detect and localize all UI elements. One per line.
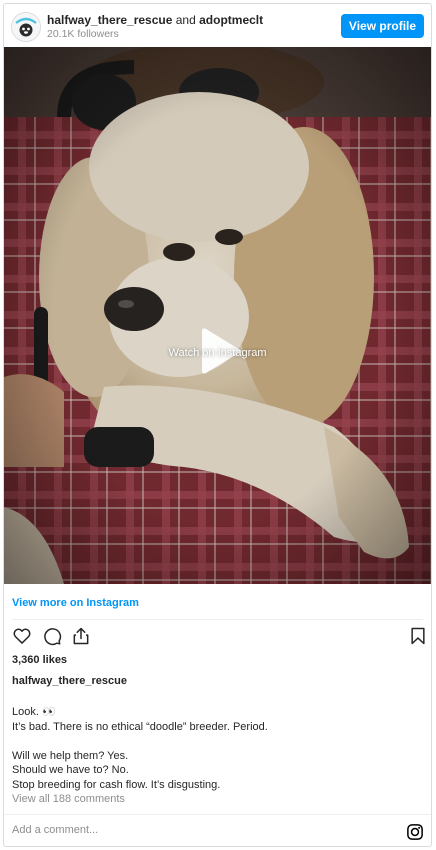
- caption-line: Will we help them? Yes.: [12, 749, 129, 762]
- username-link[interactable]: halfway_there_rescue: [47, 13, 172, 27]
- post-header: halfway_there_rescue and adoptmeclt 20.1…: [4, 4, 431, 48]
- caption-line: Should we have to? No.: [12, 764, 129, 776]
- action-bar: [12, 626, 425, 648]
- watch-on-instagram-label[interactable]: Watch on Instagram: [4, 347, 431, 359]
- and-text: and: [175, 13, 196, 27]
- share-icon[interactable]: [71, 626, 91, 646]
- view-profile-button[interactable]: View profile: [341, 14, 424, 38]
- likes-count[interactable]: 3,360 likes: [12, 654, 67, 666]
- caption-line: It’s bad. There is no ethical “doodle” b…: [12, 720, 268, 733]
- bookmark-icon[interactable]: [408, 626, 428, 646]
- heart-icon[interactable]: [12, 626, 32, 646]
- comment-icon[interactable]: [42, 626, 62, 646]
- comment-input[interactable]: [12, 824, 392, 836]
- view-more-link[interactable]: View more on Instagram: [12, 597, 139, 609]
- caption-line: [12, 734, 268, 749]
- collaborator-link[interactable]: adoptmeclt: [199, 13, 263, 27]
- post-media[interactable]: Watch on Instagram: [4, 47, 431, 584]
- instagram-logo-icon[interactable]: [406, 823, 424, 841]
- profile-avatar[interactable]: [11, 12, 41, 42]
- instagram-embed-card: halfway_there_rescue and adoptmeclt 20.1…: [3, 3, 432, 847]
- caption-text: Look. 👀 It’s bad. There is no ethical “d…: [12, 705, 268, 792]
- divider: [12, 619, 423, 620]
- comment-bar: [4, 814, 431, 846]
- caption-line: Look. 👀: [12, 706, 56, 718]
- caption-line: Stop breeding for cash flow. It’s disgus…: [12, 778, 221, 791]
- avatar-image: [12, 13, 40, 41]
- followers-count: 20.1K followers: [47, 28, 119, 40]
- caption-username[interactable]: halfway_there_rescue: [12, 675, 127, 687]
- dog-photo: [4, 47, 431, 584]
- header-title: halfway_there_rescue and adoptmeclt: [47, 13, 263, 27]
- view-all-comments-link[interactable]: View all 188 comments: [12, 793, 125, 805]
